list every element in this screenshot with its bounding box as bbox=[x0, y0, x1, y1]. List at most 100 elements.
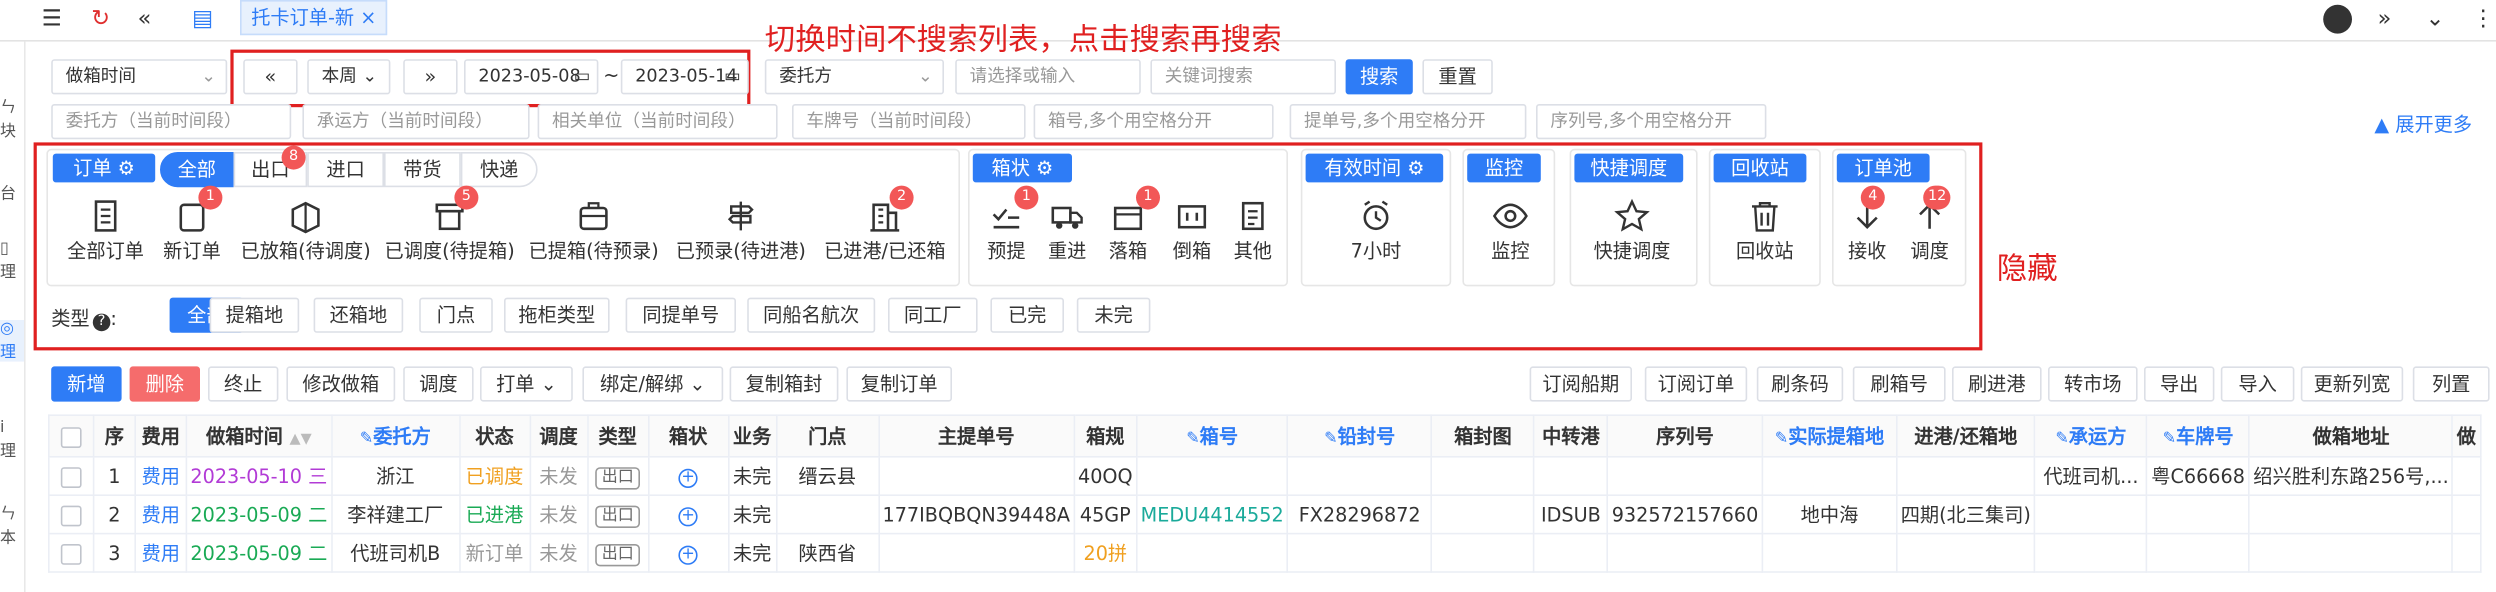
header-seal[interactable]: ✎铅封号 bbox=[1286, 414, 1433, 458]
avatar[interactable] bbox=[2323, 4, 2352, 34]
row-checkbox[interactable] bbox=[47, 532, 95, 573]
filter-box-number[interactable]: 箱号,多个用空格分开 bbox=[1033, 104, 1274, 140]
subscribe-schedule-button[interactable]: 订阅船期 bbox=[1529, 366, 1632, 402]
tab-active[interactable]: 托卡订单-新 × bbox=[240, 0, 388, 36]
row-checkbox[interactable] bbox=[47, 494, 95, 535]
orders-item-in-port[interactable]: 已进港/已还箱 bbox=[822, 198, 947, 264]
type-chip-same-bill[interactable]: 同提单号 bbox=[625, 297, 736, 333]
type-chip-same-voyage[interactable]: 同船名航次 bbox=[747, 297, 876, 333]
update-col-width-button[interactable]: 更新列宽 bbox=[2300, 366, 2404, 402]
header-box[interactable]: ✎箱号 bbox=[1135, 414, 1289, 458]
cell-box-status[interactable]: + bbox=[647, 456, 729, 497]
monitor-item[interactable]: 监控 bbox=[1469, 198, 1552, 264]
filter-plate-period[interactable]: 车牌号（当前时间段） bbox=[792, 104, 1026, 140]
delete-button[interactable]: 删除 bbox=[129, 366, 200, 402]
select-input[interactable]: 请选择或输入 bbox=[955, 59, 1141, 95]
nav-item-1[interactable]: ㄣ块 bbox=[0, 93, 16, 141]
reset-button[interactable]: 重置 bbox=[1422, 59, 1493, 95]
scan-barcode-button[interactable]: 刷条码 bbox=[1756, 366, 1844, 402]
cell-box-status[interactable]: + bbox=[647, 532, 729, 573]
date-start-input[interactable]: 2023-05-08 ▭ bbox=[464, 59, 599, 95]
refresh-icon[interactable]: ↻ bbox=[91, 6, 110, 32]
cell-fee-link[interactable]: 费用 bbox=[134, 494, 188, 535]
filter-serial-number[interactable]: 序列号,多个用空格分开 bbox=[1536, 104, 1767, 140]
copy-seal-button[interactable]: 复制箱封 bbox=[729, 366, 839, 402]
type-chip-pickup[interactable]: 提箱地 bbox=[209, 297, 300, 333]
chevron-down-icon[interactable]: ⌄ bbox=[2426, 6, 2445, 32]
table-row[interactable]: 2 费用 2023-05-09 二李祥建工厂 已进港 未发 出口 + 未完 177IBQBQN3… bbox=[47, 494, 2481, 535]
search-button[interactable]: 搜索 bbox=[1345, 59, 1413, 95]
header-plate[interactable]: ✎车牌号 bbox=[2146, 414, 2251, 458]
bind-unbind-button[interactable]: 绑定/解绑 ⌄ bbox=[582, 366, 724, 402]
box-item-swap[interactable]: 倒箱 bbox=[1165, 198, 1219, 264]
orders-item-picked[interactable]: 已提箱(待预录) bbox=[528, 198, 659, 264]
to-market-button[interactable]: 转市场 bbox=[2048, 366, 2138, 402]
nav-item-3[interactable]: ▯ 理 bbox=[0, 240, 16, 282]
close-icon[interactable]: × bbox=[360, 6, 376, 28]
recycle-item[interactable]: 回收站 bbox=[1718, 198, 1811, 264]
date-end-input[interactable]: 2023-05-14 ▭ bbox=[620, 59, 749, 95]
filter-related-period[interactable]: 相关单位（当前时间段） bbox=[537, 104, 778, 140]
table-row[interactable]: 1 费用 2023-05-10 三浙江 已调度 未发 出口 + 未完 缙云县 40OQ 代班司机..… bbox=[47, 456, 2481, 497]
nav-item-6[interactable]: ㄣ本 bbox=[0, 499, 16, 548]
seg-import[interactable]: 进口 bbox=[307, 152, 384, 188]
prev-period-button[interactable]: « bbox=[243, 59, 298, 95]
header-time[interactable]: 做箱时间 ▲▼ bbox=[185, 414, 333, 458]
type-chip-same-factory[interactable]: 同工厂 bbox=[888, 297, 978, 333]
nav-item-4-active[interactable]: ◎ 理 bbox=[0, 320, 24, 362]
collapse-icon[interactable]: « bbox=[138, 6, 152, 32]
seg-carry[interactable]: 带货 bbox=[384, 152, 461, 188]
nav-item-5[interactable]: ⅰ理 bbox=[0, 419, 16, 461]
type-chip-tow-type[interactable]: 拖柜类型 bbox=[504, 297, 610, 333]
more-icon[interactable]: ⋮ bbox=[2472, 6, 2494, 32]
cell-box-status[interactable]: + bbox=[647, 494, 729, 535]
expand-more-link[interactable]: ▲ 展开更多 bbox=[2374, 110, 2472, 137]
table-row[interactable]: 3 费用 2023-05-09 二代班司机B 新订单 未发 出口 + 未完 陕西省 20拼 bbox=[47, 532, 2481, 573]
document-icon[interactable]: ▤ bbox=[192, 6, 213, 32]
scan-port-button[interactable]: 刷进港 bbox=[1952, 366, 2042, 402]
consignor-select[interactable]: 委托方 ⌄ bbox=[764, 59, 944, 95]
dispatch-button[interactable]: 调度 bbox=[403, 366, 474, 402]
type-chip-done[interactable]: 已完 bbox=[990, 297, 1064, 333]
seg-all[interactable]: 全部 bbox=[160, 152, 234, 188]
menu-icon[interactable]: ☰ bbox=[42, 6, 62, 32]
orders-item-dispatched[interactable]: 已调度(待提箱) bbox=[384, 198, 515, 264]
orders-item-prerecorded[interactable]: 已预录(待进港) bbox=[675, 198, 806, 264]
column-settings-button[interactable]: 列置 bbox=[2412, 366, 2490, 402]
row-checkbox[interactable] bbox=[47, 456, 95, 497]
header-carrier[interactable]: ✎承运方 bbox=[2034, 414, 2148, 458]
keyword-input[interactable]: 关键词搜索 bbox=[1150, 59, 1336, 95]
orders-item-released[interactable]: 已放箱(待调度) bbox=[240, 198, 371, 264]
print-button[interactable]: 打单 ⌄ bbox=[480, 366, 573, 402]
header-client[interactable]: ✎委托方 bbox=[330, 414, 461, 458]
add-button[interactable]: 新增 bbox=[51, 366, 122, 402]
filter-carrier-period[interactable]: 承运方（当前时间段） bbox=[302, 104, 530, 140]
type-chip-door[interactable]: 门点 bbox=[419, 297, 493, 333]
terminate-button[interactable]: 终止 bbox=[208, 366, 279, 402]
modify-time-button[interactable]: 修改做箱 bbox=[286, 366, 396, 402]
valid-time-item[interactable]: 7小时 bbox=[1328, 198, 1424, 264]
subscribe-order-button[interactable]: 订阅订单 bbox=[1644, 366, 1748, 402]
scan-box-button[interactable]: 刷箱号 bbox=[1852, 366, 1946, 402]
next-period-button[interactable]: » bbox=[403, 59, 458, 95]
box-item-other[interactable]: 其他 bbox=[1226, 198, 1280, 264]
cell-fee-link[interactable]: 费用 bbox=[134, 532, 188, 573]
type-chip-undone[interactable]: 未完 bbox=[1076, 297, 1151, 333]
orders-item-all[interactable]: 全部订单 bbox=[64, 198, 147, 264]
header-select-all[interactable] bbox=[47, 414, 95, 458]
import-button[interactable]: 导入 bbox=[2220, 366, 2295, 402]
cell-fee-link[interactable]: 费用 bbox=[134, 456, 188, 497]
period-select[interactable]: 本周 ⌄ bbox=[307, 59, 391, 95]
double-chevron-right-icon[interactable]: » bbox=[2378, 6, 2392, 32]
copy-order-button[interactable]: 复制订单 bbox=[846, 366, 952, 402]
nav-item-2[interactable]: 台 bbox=[0, 179, 16, 204]
type-chip-return[interactable]: 还箱地 bbox=[313, 297, 404, 333]
quick-dispatch-item[interactable]: 快捷调度 bbox=[1581, 198, 1683, 264]
filter-consignor-period[interactable]: 委托方（当前时间段） bbox=[51, 104, 292, 140]
time-field-select[interactable]: 做箱时间 ⌄ bbox=[51, 59, 228, 95]
header-pickup[interactable]: ✎实际提箱地 bbox=[1761, 414, 1898, 458]
filter-bill-number[interactable]: 提单号,多个用空格分开 bbox=[1289, 104, 1527, 140]
export-button[interactable]: 导出 bbox=[2144, 366, 2215, 402]
checkbox[interactable] bbox=[60, 426, 82, 448]
valid-time-title[interactable]: 有效时间 ⚙ bbox=[1305, 153, 1444, 183]
